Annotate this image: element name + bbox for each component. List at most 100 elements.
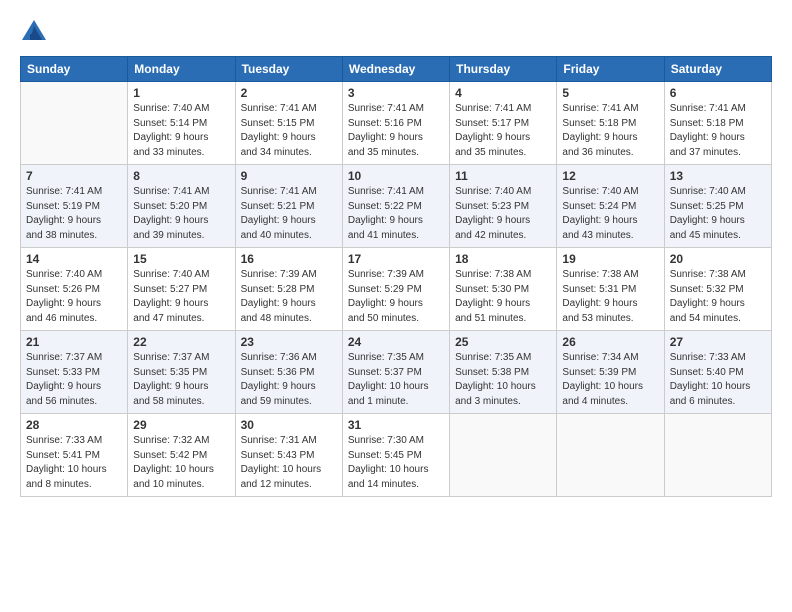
calendar-cell: 7 Sunrise: 7:41 AM Sunset: 5:19 PM Daylig… xyxy=(21,165,128,248)
weekday-header-thursday: Thursday xyxy=(450,57,557,82)
calendar-cell: 9 Sunrise: 7:41 AM Sunset: 5:21 PM Daylig… xyxy=(235,165,342,248)
day-number: 9 xyxy=(241,169,337,183)
calendar-cell: 2 Sunrise: 7:41 AM Sunset: 5:15 PM Daylig… xyxy=(235,82,342,165)
day-number: 6 xyxy=(670,86,766,100)
calendar-cell xyxy=(664,414,771,497)
day-info: Sunrise: 7:33 AM Sunset: 5:41 PM Dayligh… xyxy=(26,434,122,492)
page: SundayMondayTuesdayWednesdayThursdayFrid… xyxy=(0,0,792,612)
calendar-cell: 15 Sunrise: 7:40 AM Sunset: 5:27 PM Dayli… xyxy=(128,248,235,331)
day-info: Sunrise: 7:41 AM Sunset: 5:20 PM Dayligh… xyxy=(133,185,229,243)
day-info: Sunrise: 7:41 AM Sunset: 5:22 PM Dayligh… xyxy=(348,185,444,243)
day-number: 15 xyxy=(133,252,229,266)
day-number: 26 xyxy=(562,335,658,349)
day-info: Sunrise: 7:35 AM Sunset: 5:38 PM Dayligh… xyxy=(455,351,551,409)
day-number: 20 xyxy=(670,252,766,266)
calendar-cell: 3 Sunrise: 7:41 AM Sunset: 5:16 PM Daylig… xyxy=(342,82,449,165)
calendar-week-row: 14Sunrise: 7:40 AM Sunset: 5:26 PM Dayli… xyxy=(21,248,772,331)
day-number: 14 xyxy=(26,252,122,266)
calendar-cell xyxy=(450,414,557,497)
day-number: 29 xyxy=(133,418,229,432)
day-info: Sunrise: 7:41 AM Sunset: 5:16 PM Dayligh… xyxy=(348,102,444,160)
day-info: Sunrise: 7:35 AM Sunset: 5:37 PM Dayligh… xyxy=(348,351,444,409)
weekday-header-monday: Monday xyxy=(128,57,235,82)
day-info: Sunrise: 7:41 AM Sunset: 5:19 PM Dayligh… xyxy=(26,185,122,243)
day-number: 4 xyxy=(455,86,551,100)
day-number: 21 xyxy=(26,335,122,349)
day-number: 8 xyxy=(133,169,229,183)
weekday-header-sunday: Sunday xyxy=(21,57,128,82)
day-number: 25 xyxy=(455,335,551,349)
calendar-week-row: 21 Sunrise: 7:37 AM Sunset: 5:33 PM Dayli… xyxy=(21,331,772,414)
calendar-cell: 21 Sunrise: 7:37 AM Sunset: 5:33 PM Dayli… xyxy=(21,331,128,414)
day-info: Sunrise: 7:41 AM Sunset: 5:18 PM Dayligh… xyxy=(562,102,658,160)
calendar-week-row: 1Sunrise: 7:40 AM Sunset: 5:14 PM Daylig… xyxy=(21,82,772,165)
day-info: Sunrise: 7:41 AM Sunset: 5:18 PM Dayligh… xyxy=(670,102,766,160)
calendar-cell xyxy=(21,82,128,165)
calendar-cell: 30Sunrise: 7:31 AM Sunset: 5:43 PM Dayli… xyxy=(235,414,342,497)
day-number: 1 xyxy=(133,86,229,100)
day-info: Sunrise: 7:37 AM Sunset: 5:35 PM Dayligh… xyxy=(133,351,229,409)
day-info: Sunrise: 7:40 AM Sunset: 5:25 PM Dayligh… xyxy=(670,185,766,243)
day-number: 24 xyxy=(348,335,444,349)
calendar-cell: 25 Sunrise: 7:35 AM Sunset: 5:38 PM Dayli… xyxy=(450,331,557,414)
day-number: 7 xyxy=(26,169,122,183)
day-info: Sunrise: 7:39 AM Sunset: 5:29 PM Dayligh… xyxy=(348,268,444,326)
calendar-cell: 29 Sunrise: 7:32 AM Sunset: 5:42 PM Dayli… xyxy=(128,414,235,497)
calendar-cell: 10Sunrise: 7:41 AM Sunset: 5:22 PM Dayli… xyxy=(342,165,449,248)
day-info: Sunrise: 7:40 AM Sunset: 5:27 PM Dayligh… xyxy=(133,268,229,326)
day-info: Sunrise: 7:41 AM Sunset: 5:15 PM Dayligh… xyxy=(241,102,337,160)
calendar-cell: 4 Sunrise: 7:41 AM Sunset: 5:17 PM Daylig… xyxy=(450,82,557,165)
day-info: Sunrise: 7:36 AM Sunset: 5:36 PM Dayligh… xyxy=(241,351,337,409)
calendar-cell: 27Sunrise: 7:33 AM Sunset: 5:40 PM Dayli… xyxy=(664,331,771,414)
calendar-cell: 5 Sunrise: 7:41 AM Sunset: 5:18 PM Daylig… xyxy=(557,82,664,165)
calendar-cell: 26Sunrise: 7:34 AM Sunset: 5:39 PM Dayli… xyxy=(557,331,664,414)
day-number: 27 xyxy=(670,335,766,349)
calendar-cell: 17 Sunrise: 7:39 AM Sunset: 5:29 PM Dayli… xyxy=(342,248,449,331)
calendar-cell: 19 Sunrise: 7:38 AM Sunset: 5:31 PM Dayli… xyxy=(557,248,664,331)
calendar-week-row: 7 Sunrise: 7:41 AM Sunset: 5:19 PM Daylig… xyxy=(21,165,772,248)
calendar-cell: 14Sunrise: 7:40 AM Sunset: 5:26 PM Dayli… xyxy=(21,248,128,331)
calendar-cell: 28 Sunrise: 7:33 AM Sunset: 5:41 PM Dayli… xyxy=(21,414,128,497)
day-info: Sunrise: 7:41 AM Sunset: 5:21 PM Dayligh… xyxy=(241,185,337,243)
logo xyxy=(20,18,52,46)
day-info: Sunrise: 7:39 AM Sunset: 5:28 PM Dayligh… xyxy=(241,268,337,326)
calendar-cell: 13 Sunrise: 7:40 AM Sunset: 5:25 PM Dayli… xyxy=(664,165,771,248)
weekday-header-tuesday: Tuesday xyxy=(235,57,342,82)
calendar-cell: 11Sunrise: 7:40 AM Sunset: 5:23 PM Dayli… xyxy=(450,165,557,248)
day-info: Sunrise: 7:38 AM Sunset: 5:30 PM Dayligh… xyxy=(455,268,551,326)
calendar-header-row: SundayMondayTuesdayWednesdayThursdayFrid… xyxy=(21,57,772,82)
day-number: 18 xyxy=(455,252,551,266)
day-info: Sunrise: 7:40 AM Sunset: 5:23 PM Dayligh… xyxy=(455,185,551,243)
day-info: Sunrise: 7:30 AM Sunset: 5:45 PM Dayligh… xyxy=(348,434,444,492)
calendar-cell: 23 Sunrise: 7:36 AM Sunset: 5:36 PM Dayli… xyxy=(235,331,342,414)
day-number: 19 xyxy=(562,252,658,266)
day-number: 3 xyxy=(348,86,444,100)
day-number: 17 xyxy=(348,252,444,266)
calendar-cell: 31 Sunrise: 7:30 AM Sunset: 5:45 PM Dayli… xyxy=(342,414,449,497)
calendar-cell: 22Sunrise: 7:37 AM Sunset: 5:35 PM Dayli… xyxy=(128,331,235,414)
day-number: 2 xyxy=(241,86,337,100)
calendar-cell: 20Sunrise: 7:38 AM Sunset: 5:32 PM Dayli… xyxy=(664,248,771,331)
day-number: 12 xyxy=(562,169,658,183)
day-number: 5 xyxy=(562,86,658,100)
day-number: 23 xyxy=(241,335,337,349)
calendar-cell: 16Sunrise: 7:39 AM Sunset: 5:28 PM Dayli… xyxy=(235,248,342,331)
day-number: 31 xyxy=(348,418,444,432)
calendar-week-row: 28 Sunrise: 7:33 AM Sunset: 5:41 PM Dayli… xyxy=(21,414,772,497)
calendar: SundayMondayTuesdayWednesdayThursdayFrid… xyxy=(20,56,772,497)
calendar-cell: 6 Sunrise: 7:41 AM Sunset: 5:18 PM Daylig… xyxy=(664,82,771,165)
calendar-cell: 24 Sunrise: 7:35 AM Sunset: 5:37 PM Dayli… xyxy=(342,331,449,414)
day-number: 28 xyxy=(26,418,122,432)
day-info: Sunrise: 7:32 AM Sunset: 5:42 PM Dayligh… xyxy=(133,434,229,492)
day-info: Sunrise: 7:41 AM Sunset: 5:17 PM Dayligh… xyxy=(455,102,551,160)
weekday-header-saturday: Saturday xyxy=(664,57,771,82)
header xyxy=(20,18,772,46)
calendar-cell xyxy=(557,414,664,497)
day-info: Sunrise: 7:31 AM Sunset: 5:43 PM Dayligh… xyxy=(241,434,337,492)
day-info: Sunrise: 7:38 AM Sunset: 5:31 PM Dayligh… xyxy=(562,268,658,326)
day-number: 13 xyxy=(670,169,766,183)
calendar-cell: 12Sunrise: 7:40 AM Sunset: 5:24 PM Dayli… xyxy=(557,165,664,248)
weekday-header-friday: Friday xyxy=(557,57,664,82)
day-info: Sunrise: 7:37 AM Sunset: 5:33 PM Dayligh… xyxy=(26,351,122,409)
calendar-cell: 8 Sunrise: 7:41 AM Sunset: 5:20 PM Daylig… xyxy=(128,165,235,248)
